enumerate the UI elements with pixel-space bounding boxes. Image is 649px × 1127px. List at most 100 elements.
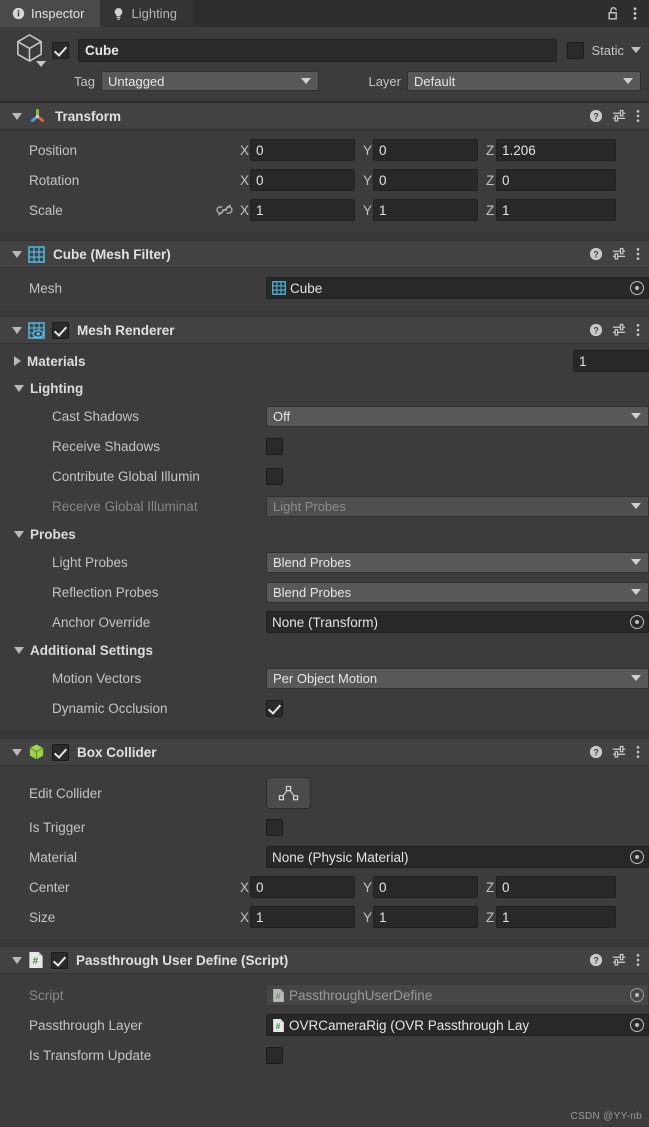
receive-gi-row: Receive Global Illuminat Light Probes xyxy=(0,491,649,521)
preset-settings-icon[interactable] xyxy=(612,109,627,123)
lighting-group-header[interactable]: Lighting xyxy=(0,375,649,401)
passthrough-user-define-header[interactable]: # Passthrough User Define (Script) ? xyxy=(0,946,649,974)
mesh-value: Cube xyxy=(290,280,323,296)
rotation-z-field[interactable]: 0 xyxy=(496,169,616,191)
position-y-field[interactable]: 0 xyxy=(373,139,478,161)
cube-outline-icon[interactable] xyxy=(10,30,52,70)
kebab-menu-icon[interactable] xyxy=(636,323,640,337)
foldout-arrow-icon[interactable] xyxy=(12,112,22,120)
receive-shadows-checkbox[interactable] xyxy=(266,437,283,455)
position-z-value: 1.206 xyxy=(502,142,536,158)
object-picker-icon[interactable] xyxy=(630,850,644,864)
cast-shadows-dropdown[interactable]: Off xyxy=(266,405,649,427)
rotation-y-field[interactable]: 0 xyxy=(373,169,478,191)
kebab-menu-icon[interactable] xyxy=(636,745,640,759)
mesh-renderer-header[interactable]: Mesh Renderer ? xyxy=(0,316,649,344)
foldout-arrow-icon[interactable] xyxy=(14,530,24,538)
position-x-field[interactable]: 0 xyxy=(250,139,355,161)
chevron-down-icon xyxy=(623,78,633,84)
collider-center-x-field[interactable]: 0 xyxy=(250,876,355,898)
tag-dropdown[interactable]: Untagged xyxy=(101,71,319,91)
foldout-arrow-icon[interactable] xyxy=(12,956,22,964)
physic-material-object-field[interactable]: None (Physic Material) xyxy=(266,846,649,868)
kebab-menu-icon[interactable] xyxy=(636,247,640,261)
gameobject-name-value: Cube xyxy=(85,42,119,58)
help-circle-icon[interactable]: ? xyxy=(589,323,603,337)
axis-z-label: Z xyxy=(486,202,495,218)
materials-row[interactable]: Materials 1 xyxy=(0,347,649,375)
probes-group-header[interactable]: Probes xyxy=(0,521,649,547)
padlock-open-icon[interactable] xyxy=(601,6,626,21)
static-label: Static xyxy=(591,42,624,58)
is-transform-update-checkbox[interactable] xyxy=(266,1046,283,1064)
reflection-probes-dropdown[interactable]: Blend Probes xyxy=(266,581,649,603)
collider-center-z-field[interactable]: 0 xyxy=(496,876,616,898)
materials-foldout-icon[interactable] xyxy=(14,356,21,366)
collider-size-x-field[interactable]: 1 xyxy=(250,906,355,928)
foldout-arrow-icon[interactable] xyxy=(14,646,24,654)
kebab-menu-icon[interactable] xyxy=(636,109,640,123)
tab-lighting[interactable]: Lighting xyxy=(100,0,194,27)
is-trigger-checkbox[interactable] xyxy=(266,818,283,836)
rotation-x-field[interactable]: 0 xyxy=(250,169,355,191)
help-circle-icon[interactable]: ? xyxy=(589,953,603,967)
help-circle-icon[interactable]: ? xyxy=(589,247,603,261)
preset-settings-icon[interactable] xyxy=(612,953,627,967)
additional-settings-group-header[interactable]: Additional Settings xyxy=(0,637,649,663)
object-picker-icon[interactable] xyxy=(630,1018,644,1032)
help-circle-icon[interactable]: ? xyxy=(589,109,603,123)
preset-settings-icon[interactable] xyxy=(612,247,627,261)
kebab-menu-icon[interactable] xyxy=(636,953,640,967)
object-picker-icon[interactable] xyxy=(630,281,644,295)
reflection-probes-value: Blend Probes xyxy=(273,584,352,600)
passthrough-user-define-enabled-checkbox[interactable] xyxy=(51,951,68,969)
svg-text:#: # xyxy=(33,956,39,967)
help-circle-icon[interactable]: ? xyxy=(589,745,603,759)
motion-vectors-dropdown[interactable]: Per Object Motion xyxy=(266,667,649,689)
kebab-menu-icon[interactable] xyxy=(628,6,642,21)
passthrough-layer-object-field[interactable]: # OVRCameraRig (OVR Passthrough Lay xyxy=(266,1014,649,1036)
foldout-arrow-icon[interactable] xyxy=(12,326,22,334)
collider-size-z-field[interactable]: 1 xyxy=(496,906,616,928)
gameobject-name-field[interactable]: Cube xyxy=(78,38,558,62)
anchor-override-object-field[interactable]: None (Transform) xyxy=(266,611,649,633)
dynamic-occlusion-checkbox[interactable] xyxy=(266,699,283,717)
mesh-grid-icon xyxy=(28,245,45,263)
chevron-down-icon xyxy=(631,413,641,419)
foldout-arrow-icon[interactable] xyxy=(14,384,24,392)
box-collider-header[interactable]: Box Collider ? xyxy=(0,738,649,766)
box-collider-enabled-checkbox[interactable] xyxy=(52,743,69,761)
mesh-filter-header[interactable]: Cube (Mesh Filter) ? xyxy=(0,240,649,268)
cs-script-icon: # xyxy=(272,988,285,1003)
preset-settings-icon[interactable] xyxy=(612,323,627,337)
foldout-arrow-icon[interactable] xyxy=(12,748,22,756)
link-broken-icon[interactable] xyxy=(208,203,240,217)
light-probes-dropdown[interactable]: Blend Probes xyxy=(266,551,649,573)
position-z-field[interactable]: 1.206 xyxy=(496,139,616,161)
mesh-renderer-enabled-checkbox[interactable] xyxy=(52,321,69,339)
layer-dropdown[interactable]: Default xyxy=(407,71,641,91)
materials-count-field[interactable]: 1 xyxy=(573,350,649,372)
scale-y-field[interactable]: 1 xyxy=(373,199,478,221)
collider-size-y-field[interactable]: 1 xyxy=(373,906,478,928)
object-picker-icon[interactable] xyxy=(630,615,644,629)
receive-gi-label: Receive Global Illuminat xyxy=(52,498,198,514)
tab-inspector[interactable]: Inspector xyxy=(0,0,101,27)
axis-z-label: Z xyxy=(486,142,495,158)
edit-collider-button[interactable] xyxy=(266,777,311,809)
transform-header[interactable]: Transform ? xyxy=(0,102,649,130)
mesh-object-field[interactable]: Cube xyxy=(266,277,649,299)
static-checkbox[interactable] xyxy=(567,41,585,59)
scale-z-field[interactable]: 1 xyxy=(496,199,616,221)
scale-x-field[interactable]: 1 xyxy=(250,199,355,221)
edit-collider-icon xyxy=(278,784,299,802)
gameobject-enabled-checkbox[interactable] xyxy=(52,41,69,59)
static-dropdown-chevron-icon[interactable] xyxy=(631,47,641,53)
preset-settings-icon[interactable] xyxy=(612,745,627,759)
mesh-label: Mesh xyxy=(29,280,63,296)
layer-label: Layer xyxy=(368,73,401,89)
contribute-gi-checkbox[interactable] xyxy=(266,467,283,485)
foldout-arrow-icon[interactable] xyxy=(12,250,22,258)
collider-center-y-field[interactable]: 0 xyxy=(373,876,478,898)
is-transform-update-row: Is Transform Update xyxy=(0,1040,649,1070)
